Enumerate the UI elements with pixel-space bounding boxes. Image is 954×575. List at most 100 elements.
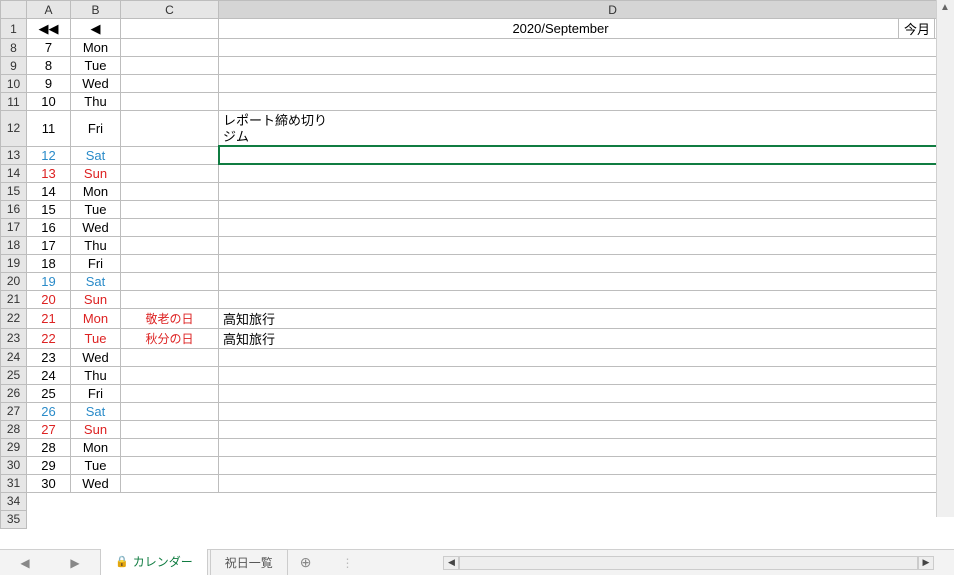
empty-cell[interactable] <box>71 492 121 510</box>
holiday-cell[interactable] <box>121 456 219 474</box>
dow-cell[interactable]: Fri <box>71 111 121 147</box>
holiday-cell[interactable] <box>121 438 219 456</box>
note-cell[interactable] <box>219 236 954 254</box>
note-cell[interactable] <box>219 290 954 308</box>
holiday-cell[interactable] <box>121 57 219 75</box>
dow-cell[interactable]: Sun <box>71 420 121 438</box>
row-header[interactable]: 30 <box>1 456 27 474</box>
holiday-cell[interactable]: 敬老の日 <box>121 308 219 328</box>
row-header[interactable]: 10 <box>1 75 27 93</box>
date-cell[interactable]: 27 <box>27 420 71 438</box>
note-cell[interactable] <box>219 182 954 200</box>
empty-cell[interactable] <box>27 492 71 510</box>
empty-cell[interactable] <box>71 510 121 528</box>
holiday-cell[interactable] <box>121 218 219 236</box>
row-header[interactable]: 25 <box>1 366 27 384</box>
date-cell[interactable]: 7 <box>27 39 71 57</box>
vertical-scrollbar[interactable]: ▲ <box>936 0 954 517</box>
holiday-cell[interactable] <box>121 272 219 290</box>
dow-cell[interactable]: Mon <box>71 182 121 200</box>
nav-first-button[interactable]: ◀◀ <box>27 19 71 39</box>
row-header[interactable]: 26 <box>1 384 27 402</box>
date-cell[interactable]: 11 <box>27 111 71 147</box>
horizontal-scrollbar[interactable]: ◀ ▶ <box>443 556 934 570</box>
note-cell[interactable]: レポート締め切りジム <box>219 111 954 147</box>
holiday-cell[interactable] <box>121 420 219 438</box>
row-header[interactable]: 16 <box>1 200 27 218</box>
dow-cell[interactable]: Sat <box>71 402 121 420</box>
dow-cell[interactable]: Mon <box>71 39 121 57</box>
note-cell[interactable] <box>219 348 954 366</box>
row-header[interactable]: 18 <box>1 236 27 254</box>
row-header[interactable]: 31 <box>1 474 27 492</box>
note-cell[interactable] <box>219 438 954 456</box>
empty-cell[interactable] <box>121 492 219 510</box>
note-cell[interactable] <box>219 93 954 111</box>
row-header[interactable]: 27 <box>1 402 27 420</box>
date-cell[interactable]: 18 <box>27 254 71 272</box>
date-cell[interactable]: 29 <box>27 456 71 474</box>
row-header[interactable]: 19 <box>1 254 27 272</box>
row-header-1[interactable]: 1 <box>1 19 27 39</box>
grid-area[interactable]: A B C D 1 ◀◀ ◀ 2020/September 今月 ▶ ▶▶ 87… <box>0 0 954 549</box>
dow-cell[interactable]: Wed <box>71 218 121 236</box>
dow-cell[interactable]: Fri <box>71 254 121 272</box>
note-cell[interactable] <box>219 164 954 182</box>
row-header[interactable]: 34 <box>1 492 27 510</box>
dow-cell[interactable]: Tue <box>71 57 121 75</box>
row-header[interactable]: 12 <box>1 111 27 147</box>
date-cell[interactable]: 25 <box>27 384 71 402</box>
scroll-up-icon[interactable]: ▲ <box>940 2 950 13</box>
hscroll-left-button[interactable]: ◀ <box>443 556 459 570</box>
dow-cell[interactable]: Tue <box>71 328 121 348</box>
holiday-cell[interactable] <box>121 200 219 218</box>
empty-cell[interactable] <box>121 510 219 528</box>
empty-cell[interactable] <box>219 510 954 528</box>
note-cell[interactable] <box>219 218 954 236</box>
dow-cell[interactable]: Thu <box>71 236 121 254</box>
date-cell[interactable]: 17 <box>27 236 71 254</box>
holiday-cell[interactable] <box>121 93 219 111</box>
row-header[interactable]: 15 <box>1 182 27 200</box>
holiday-cell[interactable] <box>121 236 219 254</box>
holiday-cell[interactable] <box>121 75 219 93</box>
today-button[interactable]: 今月 <box>899 19 935 39</box>
dow-cell[interactable]: Wed <box>71 474 121 492</box>
hscroll-right-button[interactable]: ▶ <box>918 556 934 570</box>
worksheet[interactable]: A B C D 1 ◀◀ ◀ 2020/September 今月 ▶ ▶▶ 87… <box>0 0 954 529</box>
sheet-tab-active[interactable]: 🔒 カレンダー <box>100 548 208 575</box>
holiday-cell[interactable] <box>121 366 219 384</box>
dow-cell[interactable]: Mon <box>71 438 121 456</box>
holiday-cell[interactable]: 秋分の日 <box>121 328 219 348</box>
note-cell[interactable] <box>219 75 954 93</box>
select-all-corner[interactable] <box>1 1 27 19</box>
date-cell[interactable]: 15 <box>27 200 71 218</box>
holiday-cell[interactable] <box>121 290 219 308</box>
tab-nav-arrows[interactable]: ◀ ▶ <box>0 556 100 570</box>
date-cell[interactable]: 14 <box>27 182 71 200</box>
note-cell[interactable] <box>219 272 954 290</box>
date-cell[interactable]: 22 <box>27 328 71 348</box>
date-cell[interactable]: 26 <box>27 402 71 420</box>
note-cell[interactable] <box>219 366 954 384</box>
row-header[interactable]: 11 <box>1 93 27 111</box>
note-cell[interactable] <box>219 456 954 474</box>
dow-cell[interactable]: Sun <box>71 164 121 182</box>
holiday-cell[interactable] <box>121 111 219 147</box>
holiday-cell[interactable] <box>121 348 219 366</box>
date-cell[interactable]: 16 <box>27 218 71 236</box>
col-header-A[interactable]: A <box>27 1 71 19</box>
row-header[interactable]: 22 <box>1 308 27 328</box>
date-cell[interactable]: 13 <box>27 164 71 182</box>
note-cell[interactable] <box>219 146 954 164</box>
holiday-cell[interactable] <box>121 39 219 57</box>
dow-cell[interactable]: Sat <box>71 146 121 164</box>
date-cell[interactable]: 23 <box>27 348 71 366</box>
note-cell[interactable] <box>219 39 954 57</box>
dow-cell[interactable]: Tue <box>71 200 121 218</box>
note-cell[interactable] <box>219 474 954 492</box>
date-cell[interactable]: 21 <box>27 308 71 328</box>
tab-nav-next-icon[interactable]: ▶ <box>68 556 81 570</box>
date-cell[interactable]: 20 <box>27 290 71 308</box>
empty-cell[interactable] <box>27 510 71 528</box>
